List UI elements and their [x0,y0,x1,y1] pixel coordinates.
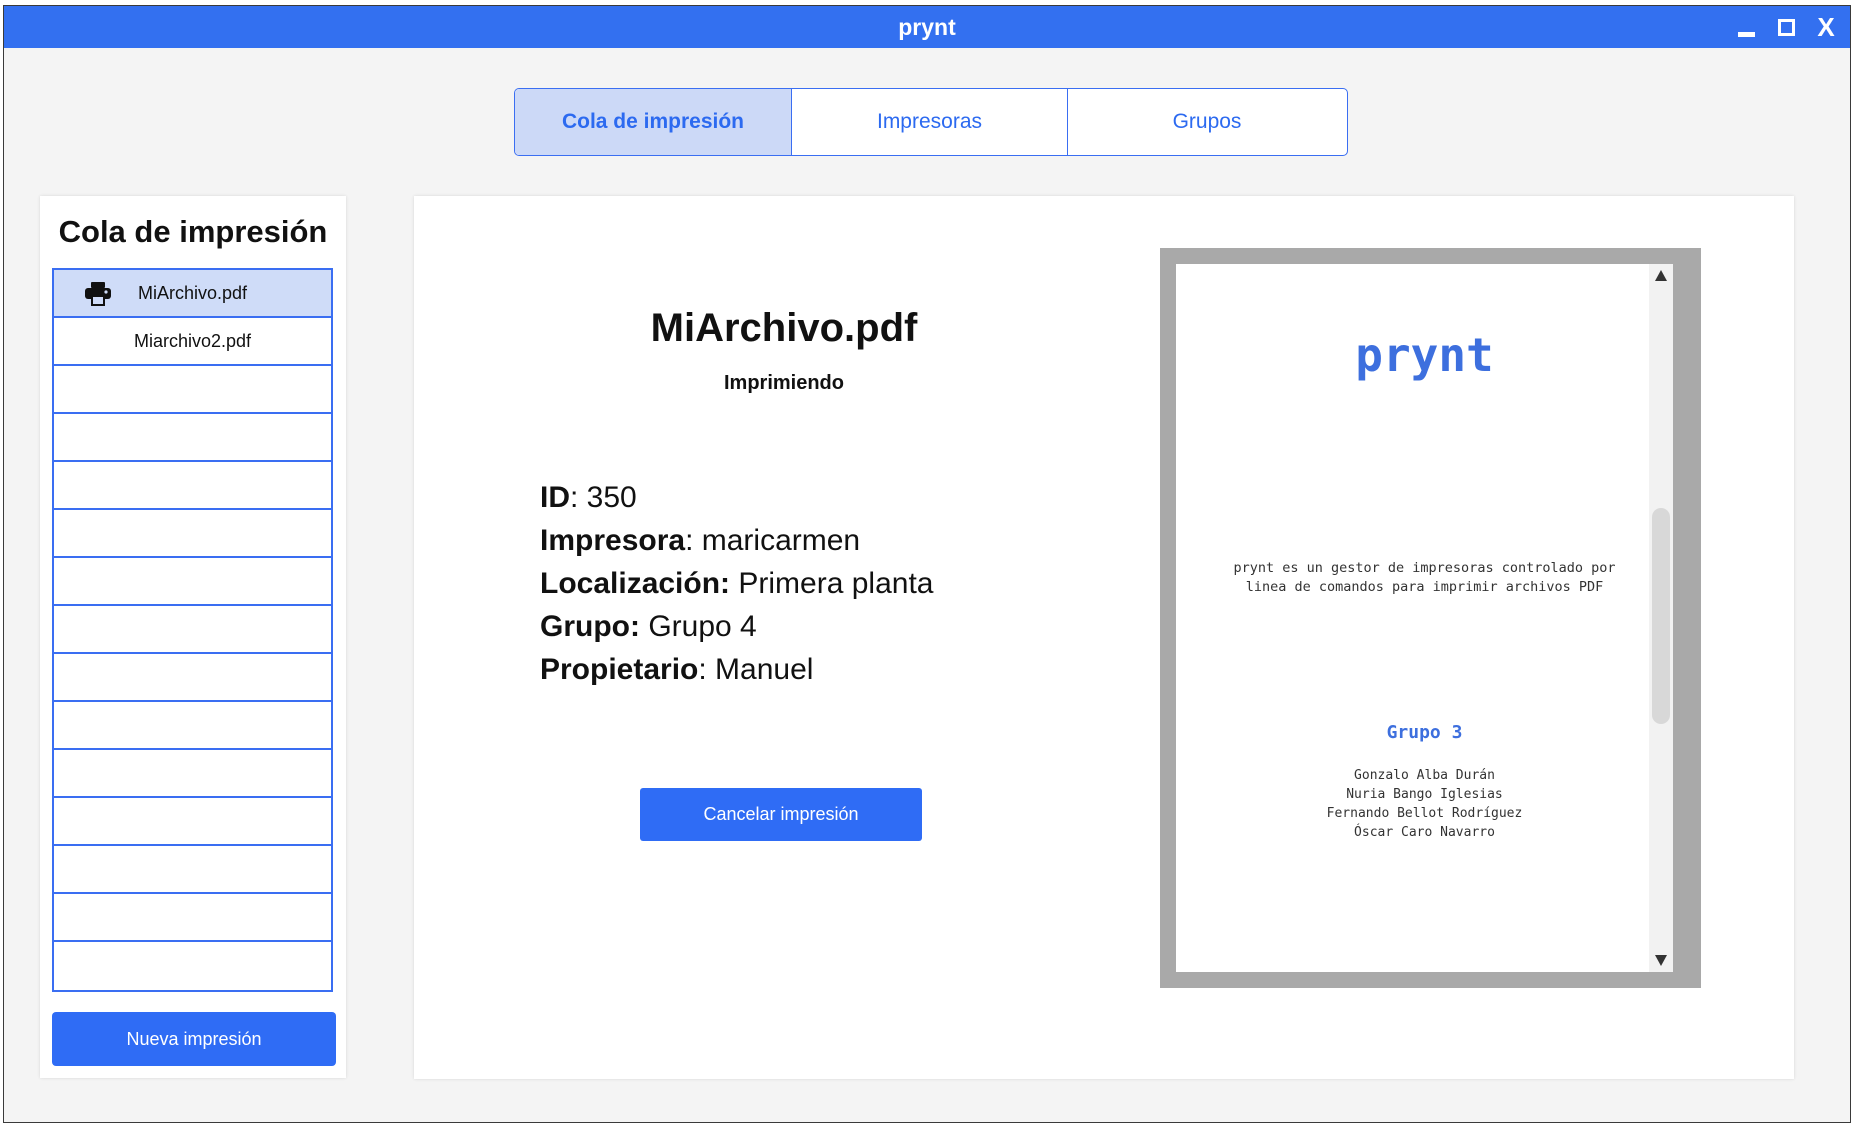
minimize-button[interactable] [1734,6,1758,48]
queue-item[interactable]: MiArchivo.pdf [54,270,331,318]
queue-item-empty[interactable] [54,414,331,462]
printer-icon [85,282,111,306]
close-button[interactable]: X [1812,6,1840,48]
prop-localizacion: Localización: Primera planta [540,562,933,605]
preview-description: prynt es un gestor de impresoras control… [1216,559,1633,597]
queue-item-empty[interactable] [54,510,331,558]
preview-group: Grupo 3 [1386,722,1463,743]
preview-title: prynt [1355,328,1494,382]
main-tabs: Cola de impresión Impresoras Grupos [514,88,1348,156]
queue-list: MiArchivo.pdf Miarchivo2.pdf [52,268,333,992]
prop-value: Grupo 4 [648,610,757,643]
queue-item-empty[interactable] [54,606,331,654]
job-properties: ID: 350 Impresora: maricarmen Localizaci… [540,476,933,691]
prop-value: maricarmen [701,524,861,557]
preview-author: Nuria Bango Iglesias [1346,787,1503,802]
app-window: prynt X Cola de impresión Impresoras Gru… [3,5,1851,1123]
minimize-icon [1737,31,1755,37]
preview-author: Fernando Bellot Rodríguez [1326,806,1523,821]
preview-description-line: prynt es un gestor de impresoras control… [1233,560,1616,576]
tab-impresoras[interactable]: Impresoras [791,89,1067,155]
prop-key: Propietario [540,653,699,686]
queue-item-empty[interactable] [54,654,331,702]
job-detail-panel: MiArchivo.pdf Imprimiendo ID: 350 Impres… [414,196,1794,1079]
scrollbar-thumb[interactable] [1652,508,1670,724]
file-name: MiArchivo.pdf [650,306,918,350]
tab-cola-de-impresion[interactable]: Cola de impresión [515,89,791,155]
prop-key: Impresora [540,524,686,557]
maximize-button[interactable] [1774,6,1798,48]
scroll-down-icon[interactable] [1655,955,1667,966]
preview-author: Gonzalo Alba Durán [1354,768,1495,783]
prop-key: ID [540,481,570,514]
queue-panel: Cola de impresión MiArchivo.pdf Miarchiv… [40,196,346,1078]
preview-scrollbar[interactable] [1649,264,1673,972]
queue-item-empty[interactable] [54,366,331,414]
prop-key: Grupo: [540,610,640,643]
prop-sep: : [570,481,587,514]
prop-value: 350 [586,481,637,514]
pdf-preview-page[interactable]: prynt prynt es un gestor de impresoras c… [1176,264,1673,972]
preview-description-line: linea de comandos para imprimir archivos… [1245,579,1604,595]
queue-item-empty[interactable] [54,846,331,894]
queue-item-empty[interactable] [54,942,331,990]
window-title: prynt [898,14,956,40]
prop-grupo: Grupo: Grupo 4 [540,605,933,648]
preview-authors: Gonzalo Alba Durán Nuria Bango Iglesias … [1176,766,1673,842]
queue-item-label: MiArchivo.pdf [137,282,248,303]
tab-grupos[interactable]: Grupos [1067,89,1346,155]
queue-item[interactable]: Miarchivo2.pdf [54,318,331,366]
queue-item-empty[interactable] [54,798,331,846]
prop-value: Manuel [715,653,814,686]
prop-sep: : [698,653,716,686]
close-icon: X [1817,11,1835,42]
preview-author: Óscar Caro Navarro [1354,825,1495,840]
queue-item-empty[interactable] [54,894,331,942]
maximize-icon [1777,18,1795,36]
prop-key: Localización: [540,567,731,600]
queue-item-label: Miarchivo2.pdf [133,330,252,351]
job-status: Imprimiendo [723,372,844,394]
new-print-button[interactable]: Nueva impresión [52,1012,336,1066]
prop-id: ID: 350 [540,476,933,519]
cancel-print-button[interactable]: Cancelar impresión [640,788,922,841]
queue-item-empty[interactable] [54,750,331,798]
pdf-preview-frame: prynt prynt es un gestor de impresoras c… [1160,248,1701,988]
queue-item-empty[interactable] [54,462,331,510]
prop-propietario: Propietario: Manuel [540,648,933,691]
queue-title: Cola de impresión [58,214,328,249]
queue-item-empty[interactable] [54,702,331,750]
prop-value: Primera planta [738,567,934,600]
prop-impresora: Impresora: maricarmen [540,519,933,562]
prop-sep: : [685,524,702,557]
title-bar: prynt X [4,6,1850,48]
queue-item-empty[interactable] [54,558,331,606]
scroll-up-icon[interactable] [1655,270,1667,281]
